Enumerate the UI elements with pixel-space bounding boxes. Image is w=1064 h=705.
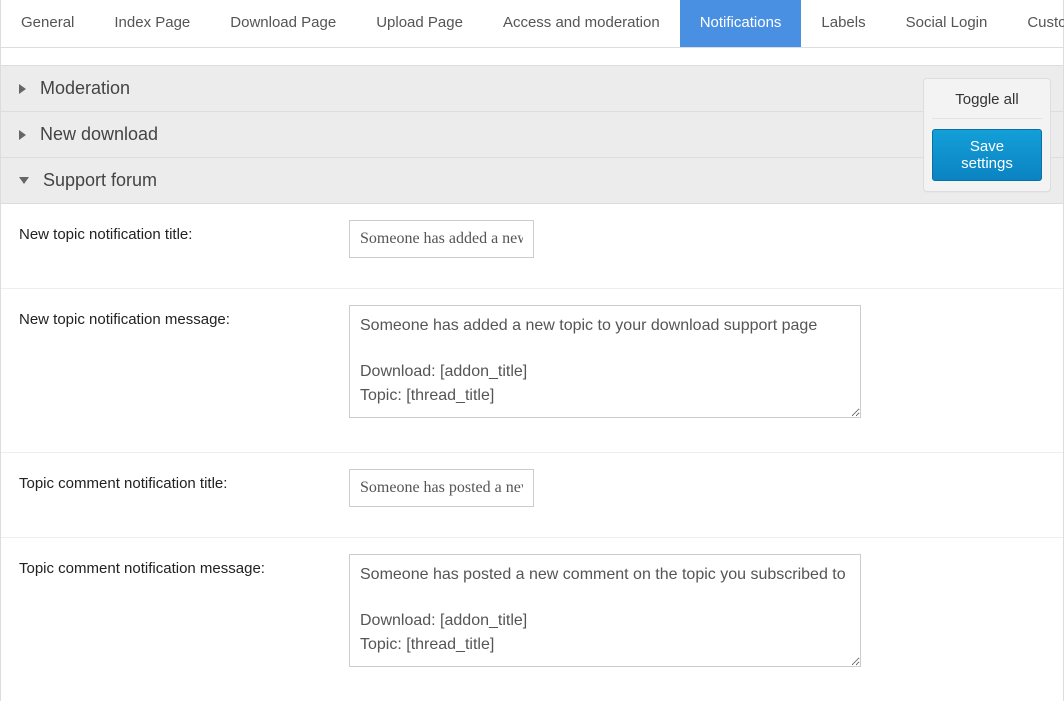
- textarea-topic-comment-message[interactable]: [349, 554, 861, 667]
- section-moderation-header[interactable]: Moderation: [1, 65, 1063, 112]
- label-topic-comment-message: Topic comment notification message:: [19, 554, 349, 577]
- tab-access-moderation[interactable]: Access and moderation: [483, 0, 680, 47]
- tabs-bar: General Index Page Download Page Upload …: [1, 0, 1063, 48]
- settings-page: General Index Page Download Page Upload …: [0, 0, 1064, 701]
- input-topic-comment-title[interactable]: [349, 469, 534, 507]
- chevron-down-icon: [19, 177, 29, 184]
- tab-download-page[interactable]: Download Page: [210, 0, 356, 47]
- row-new-topic-title: New topic notification title:: [1, 204, 1063, 289]
- label-new-topic-title: New topic notification title:: [19, 220, 349, 243]
- actions-panel: Toggle all Save settings: [923, 78, 1051, 192]
- section-moderation-title: Moderation: [40, 78, 130, 99]
- tab-general[interactable]: General: [1, 0, 94, 47]
- toggle-all-link[interactable]: Toggle all: [932, 89, 1042, 119]
- tab-index-page[interactable]: Index Page: [94, 0, 210, 47]
- tab-labels[interactable]: Labels: [801, 0, 885, 47]
- label-topic-comment-title: Topic comment notification title:: [19, 469, 349, 492]
- section-support-forum-title: Support forum: [43, 170, 157, 191]
- row-new-topic-message: New topic notification message:: [1, 289, 1063, 453]
- input-new-topic-title[interactable]: [349, 220, 534, 258]
- section-new-download-title: New download: [40, 124, 158, 145]
- chevron-right-icon: [19, 130, 26, 140]
- section-support-forum-body: New topic notification title: New topic …: [1, 204, 1063, 701]
- label-new-topic-message: New topic notification message:: [19, 305, 349, 328]
- textarea-new-topic-message[interactable]: [349, 305, 861, 418]
- section-support-forum-header[interactable]: Support forum: [1, 157, 1063, 204]
- row-topic-comment-message: Topic comment notification message:: [1, 538, 1063, 701]
- tab-social-login[interactable]: Social Login: [886, 0, 1008, 47]
- tab-custom-css[interactable]: Custom CSS: [1007, 0, 1064, 47]
- tab-upload-page[interactable]: Upload Page: [356, 0, 483, 47]
- tab-notifications[interactable]: Notifications: [680, 0, 802, 47]
- row-topic-comment-title: Topic comment notification title:: [1, 453, 1063, 538]
- sections: Moderation New download Support forum Ne…: [1, 65, 1063, 701]
- chevron-right-icon: [19, 84, 26, 94]
- save-settings-button[interactable]: Save settings: [932, 129, 1042, 181]
- section-new-download-header[interactable]: New download: [1, 111, 1063, 158]
